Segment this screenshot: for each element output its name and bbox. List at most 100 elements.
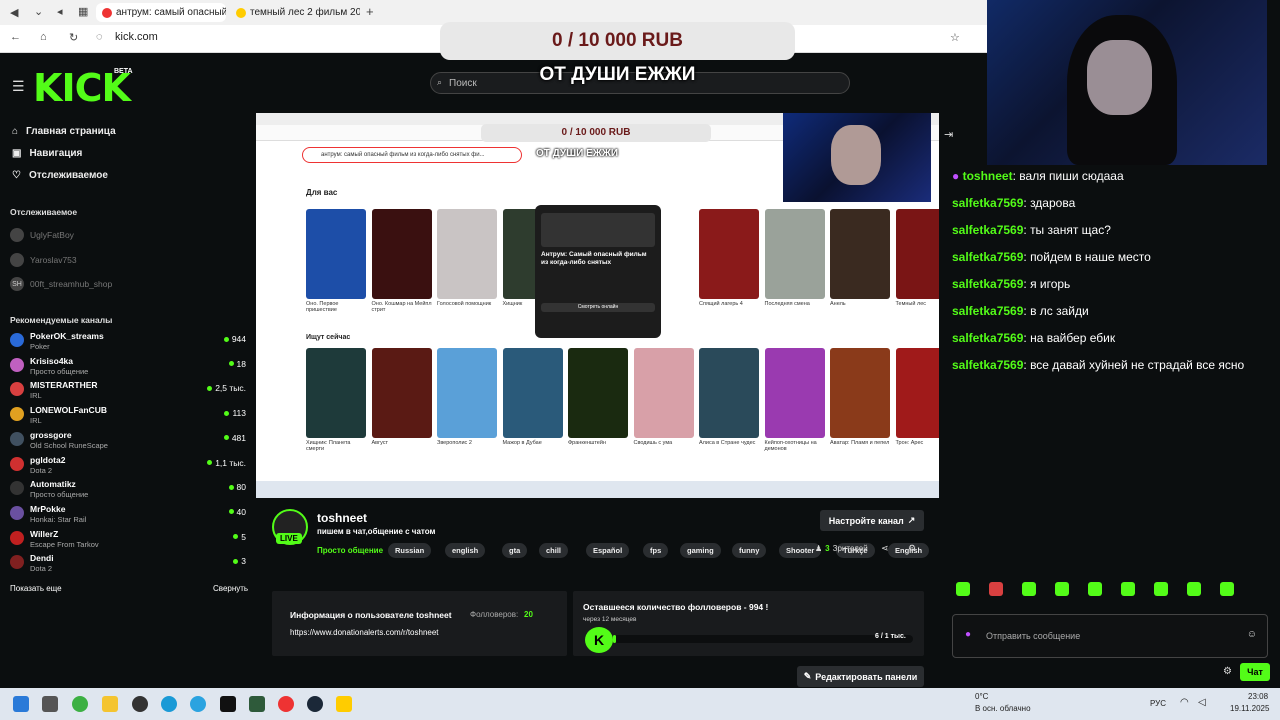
chat-username[interactable]: toshneet bbox=[963, 169, 1013, 183]
emote-icon[interactable] bbox=[1055, 582, 1069, 596]
emote-icon[interactable] bbox=[1022, 582, 1036, 596]
chat-collapse-icon[interactable]: ⇥ bbox=[944, 128, 953, 141]
recommended-channel[interactable]: MISTERARTHER IRL 2,5 тыс. bbox=[10, 380, 246, 404]
tab-dark-forest[interactable]: темный лес 2 фильм 201 bbox=[230, 3, 360, 22]
tag-chip[interactable]: fps bbox=[643, 543, 669, 558]
channel-category: Old School RuneScape bbox=[30, 440, 108, 450]
recommended-channel[interactable]: pgldota2 Dota 2 1,1 тыс. bbox=[10, 455, 246, 479]
nav-browse[interactable]: ▣ Навигация bbox=[12, 148, 82, 159]
obs-icon[interactable] bbox=[132, 696, 148, 712]
weather-temp[interactable]: 0°С bbox=[975, 692, 988, 701]
chat-send-button[interactable]: Чат bbox=[1240, 663, 1270, 681]
steam-icon[interactable] bbox=[307, 696, 323, 712]
category-link[interactable]: Просто общение bbox=[317, 546, 383, 555]
wifi-icon[interactable]: ◠ bbox=[1180, 697, 1189, 708]
followed-channel[interactable]: UglyFatBoy bbox=[10, 228, 246, 242]
live-dot-icon bbox=[233, 558, 239, 564]
chat-username[interactable]: salfetka7569 bbox=[952, 358, 1023, 372]
chat-username[interactable]: salfetka7569 bbox=[952, 304, 1023, 318]
chat-username[interactable]: salfetka7569 bbox=[952, 196, 1023, 210]
donation-goal-text: 0 / 10 000 RUB bbox=[552, 30, 683, 51]
nav-following[interactable]: ♡ Отслеживаемое bbox=[12, 170, 108, 181]
weather-desc[interactable]: В осн. облачно bbox=[975, 704, 1031, 713]
channel-name: LONEWOLFanCUB bbox=[30, 405, 107, 416]
edge-icon[interactable] bbox=[161, 696, 177, 712]
bookmark-icon[interactable]: ☆ bbox=[950, 31, 960, 44]
viewers-icon: ♟ bbox=[815, 544, 823, 553]
app-icon[interactable] bbox=[72, 696, 88, 712]
clock-time[interactable]: 23:08 bbox=[1248, 692, 1268, 701]
movie-poster bbox=[830, 348, 890, 438]
followed-channel[interactable]: SH 00ft_streamhub_shop bbox=[10, 277, 246, 291]
chat-username[interactable]: salfetka7569 bbox=[952, 223, 1023, 237]
movie-poster bbox=[895, 348, 939, 438]
reload-icon[interactable]: ↻ bbox=[69, 31, 78, 44]
movie-title: Алиса в Стране чудес bbox=[699, 440, 756, 446]
tab-strip-icon[interactable]: ▦ bbox=[78, 5, 88, 18]
live-dot-icon bbox=[207, 460, 213, 465]
task-view-icon[interactable] bbox=[42, 696, 58, 712]
tag-chip[interactable]: Español bbox=[586, 543, 630, 558]
tiktok-icon[interactable] bbox=[220, 696, 236, 712]
app-icon[interactable] bbox=[249, 696, 265, 712]
telegram-icon[interactable] bbox=[190, 696, 206, 712]
recommended-channel[interactable]: Dendi Dota 2 3 bbox=[10, 553, 246, 577]
back-icon[interactable]: ← bbox=[10, 31, 21, 43]
followed-channel[interactable]: Yaroslav753 bbox=[10, 253, 246, 267]
mute-icon[interactable]: ◂ bbox=[57, 5, 63, 18]
recommended-channel[interactable]: MrPokke Honkai: Star Rail 40 bbox=[10, 504, 246, 528]
recommended-channel[interactable]: Automatikz Просто общение 80 bbox=[10, 479, 246, 503]
emoji-icon[interactable]: ☺ bbox=[1247, 629, 1257, 640]
recommended-channel[interactable]: PokerOK_streams Poker 944 bbox=[10, 331, 246, 355]
edit-panels-button[interactable]: ✎ Редактировать панели bbox=[797, 666, 924, 687]
user-settings-icon[interactable]: ⚙ bbox=[908, 543, 916, 554]
channel-category: IRL bbox=[30, 391, 42, 401]
chat-message: salfetka7569: я игорь bbox=[952, 275, 1262, 294]
tag-chip[interactable]: chill bbox=[539, 543, 569, 558]
menu-icon[interactable]: ☰ bbox=[12, 78, 25, 95]
donation-link[interactable]: https://www.donationalerts.com/r/toshnee… bbox=[290, 628, 439, 637]
emote-icon[interactable] bbox=[1154, 582, 1168, 596]
settings-icon[interactable]: ⚙ bbox=[1223, 666, 1232, 677]
home-icon[interactable]: ⌂ bbox=[40, 31, 47, 43]
volume-icon[interactable]: ◁ bbox=[1198, 697, 1206, 708]
emote-icon[interactable] bbox=[989, 582, 1003, 596]
chat-username[interactable]: salfetka7569 bbox=[952, 250, 1023, 264]
language-indicator[interactable]: РУС bbox=[1150, 699, 1166, 708]
file-explorer-icon[interactable] bbox=[102, 696, 118, 712]
chat-username[interactable]: salfetka7569 bbox=[952, 277, 1023, 291]
tag-chip[interactable]: gta bbox=[502, 543, 528, 558]
show-more-link[interactable]: Показать еще bbox=[10, 584, 62, 593]
url-text[interactable]: kick.com bbox=[115, 31, 158, 43]
yandex-icon[interactable] bbox=[336, 696, 352, 712]
windows-start-icon[interactable] bbox=[13, 696, 29, 712]
emote-icon[interactable] bbox=[1088, 582, 1102, 596]
chat-text: ты занят щас? bbox=[1030, 223, 1111, 237]
emote-icon[interactable] bbox=[1187, 582, 1201, 596]
collapse-link[interactable]: Свернуть bbox=[213, 584, 248, 593]
tag-chip[interactable]: funny bbox=[732, 543, 767, 558]
recommended-channel[interactable]: Krisiso4ka Просто общение 18 bbox=[10, 356, 246, 380]
clock-date[interactable]: 19.11.2025 bbox=[1230, 704, 1269, 713]
chat-username[interactable]: salfetka7569 bbox=[952, 331, 1023, 345]
speaker-icon[interactable]: ◀ bbox=[10, 6, 18, 19]
tag-chip[interactable]: Russian bbox=[388, 543, 432, 558]
recommended-channel[interactable]: LONEWOLFanCUB IRL 113 bbox=[10, 405, 246, 429]
chevron-down-icon[interactable]: ⌄ bbox=[34, 5, 43, 18]
tag-chip[interactable]: gaming bbox=[680, 543, 721, 558]
emote-icon[interactable] bbox=[956, 582, 970, 596]
chat-input[interactable]: ● Отправить сообщение ☺ bbox=[952, 614, 1268, 658]
channel-name[interactable]: toshneet bbox=[317, 511, 367, 525]
yandex-browser-icon[interactable] bbox=[278, 696, 294, 712]
tag-chip[interactable]: english bbox=[445, 543, 486, 558]
new-tab-icon[interactable]: + bbox=[366, 4, 374, 19]
recommended-channel[interactable]: WillerZ Escape From Tarkov 5 bbox=[10, 529, 246, 553]
emote-icon[interactable] bbox=[1121, 582, 1135, 596]
recommended-channel[interactable]: grossgore Old School RuneScape 481 bbox=[10, 430, 246, 454]
tab-antrum[interactable]: антрум: самый опасный bbox=[96, 3, 226, 22]
setup-channel-button[interactable]: Настройте канал ↗ bbox=[820, 510, 924, 531]
viewer-count: 113 bbox=[224, 408, 246, 418]
emote-icon[interactable] bbox=[1220, 582, 1234, 596]
share-icon[interactable]: ⋖ bbox=[881, 543, 889, 554]
nav-home[interactable]: ⌂ Главная страница bbox=[12, 126, 116, 137]
